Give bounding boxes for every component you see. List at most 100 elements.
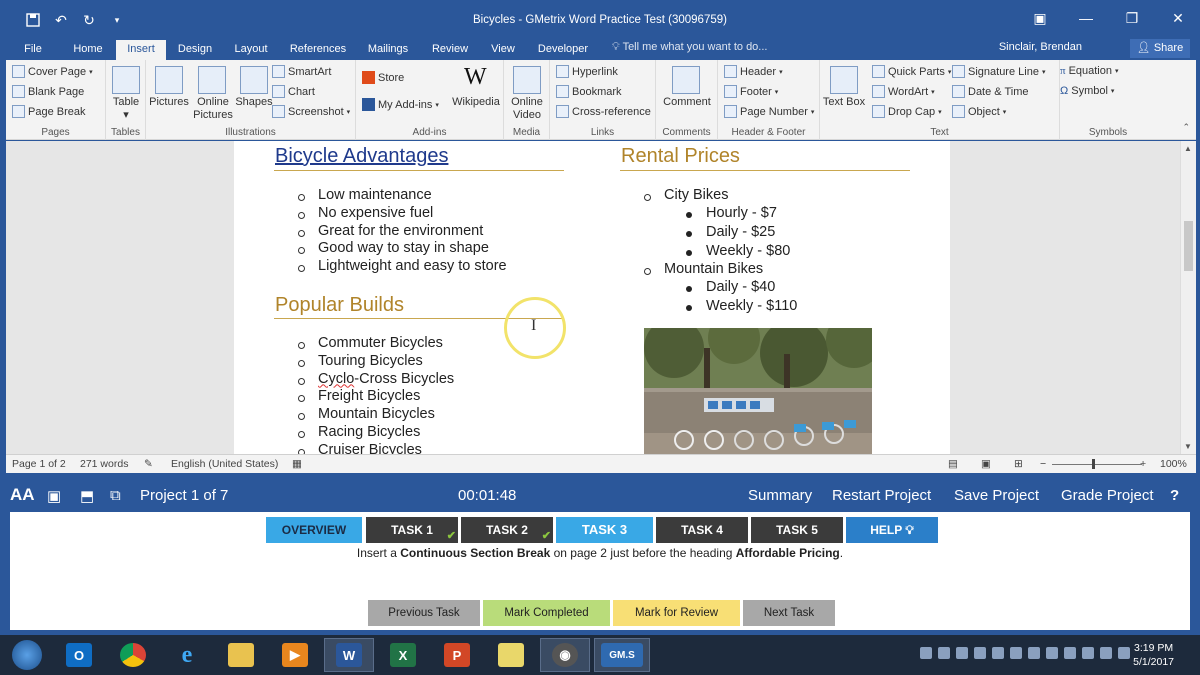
store-button[interactable]: Store [362,71,404,84]
language[interactable]: English (United States) [171,458,278,470]
network-icon[interactable] [1100,647,1112,659]
windows-icon[interactable]: ⧉ [110,487,121,504]
tray-icon[interactable] [1028,647,1040,659]
wikipedia-button[interactable]: Wikipedia [450,96,502,109]
taskbar-outlook[interactable]: O [54,638,104,672]
equation-button[interactable]: π Equation ▾ [1060,65,1119,77]
chart-button[interactable]: Chart [272,85,315,98]
tab-task-3[interactable]: TASK 3 [556,517,653,543]
zoom-slider-thumb[interactable] [1092,459,1095,469]
tab-task-5[interactable]: TASK 5 [751,517,843,543]
document-page[interactable]: Bicycle Advantages Low maintenance No exp… [234,141,950,454]
word-count[interactable]: 271 words [80,458,128,470]
pictures-button[interactable]: Pictures [148,96,190,109]
summary-link[interactable]: Summary [748,487,812,504]
tab-overview[interactable]: OVERVIEW [266,517,362,543]
screenshot-button[interactable]: Screenshot ▾ [272,105,350,118]
quick-parts-button[interactable]: Quick Parts ▾ [872,65,951,78]
download-icon[interactable]: ⬒ [80,487,94,505]
tell-me-box[interactable]: 💡︎ Tell me what you want to do... [612,41,767,54]
tab-layout[interactable]: Layout [228,40,274,60]
list-item[interactable]: Mountain Bikes [664,261,763,277]
font-size-icon[interactable]: AA [10,485,35,505]
collapse-ribbon-icon[interactable]: ⌃ [1182,122,1190,133]
print-layout-icon[interactable]: ▣ [981,458,991,470]
tab-references[interactable]: References [284,40,352,60]
smartart-button[interactable]: SmartArt [272,65,331,78]
bike-rental-photo[interactable] [644,328,872,454]
list-item[interactable]: Touring Bicycles [318,353,423,369]
tray-icon[interactable] [920,647,932,659]
price-item[interactable]: Hourly - $7 [706,205,777,221]
scroll-thumb[interactable] [1184,221,1193,271]
restore-icon[interactable]: ❐ [1124,10,1140,27]
tab-view[interactable]: View [484,40,522,60]
tab-home[interactable]: Home [68,40,108,60]
system-clock[interactable]: 3:19 PM 5/1/2017 [1133,641,1174,669]
wordart-button[interactable]: WordArt ▾ [872,85,935,98]
taskbar-word[interactable]: W [324,638,374,672]
zoom-out-icon[interactable]: − [1040,458,1046,470]
heading-popular-builds[interactable]: Popular Builds [275,294,404,317]
online-pictures-button[interactable]: Online Pictures [192,96,234,122]
start-button[interactable] [2,638,52,672]
mark-completed-button[interactable]: Mark Completed [483,600,610,626]
list-item[interactable]: Good way to stay in shape [318,240,489,256]
zoom-slider[interactable] [1052,464,1142,465]
symbol-button[interactable]: Ω Symbol ▾ [1060,85,1114,97]
tab-task-1[interactable]: TASK 1 ✔ [366,517,458,543]
date-time-button[interactable]: Date & Time [952,85,1029,98]
price-item[interactable]: Daily - $40 [706,279,775,295]
tray-icon[interactable] [1064,647,1076,659]
read-mode-icon[interactable]: ▤ [948,458,958,470]
taskbar-gmetrix[interactable]: GM.S [594,638,650,672]
volume-icon[interactable] [1118,647,1130,659]
tab-help[interactable]: HELP 💡︎ [846,517,938,543]
tray-icon[interactable] [956,647,968,659]
taskbar-explorer[interactable] [216,638,266,672]
tray-icon[interactable] [1082,647,1094,659]
cross-reference-button[interactable]: Cross-reference [556,105,651,118]
comment-flag-icon[interactable]: ▣ [47,487,61,505]
vertical-scrollbar[interactable]: ▲ ▼ [1180,141,1196,454]
object-button[interactable]: Object ▾ [952,105,1006,118]
zoom-in-icon[interactable]: + [1140,458,1146,470]
scroll-up-icon[interactable]: ▲ [1184,144,1192,153]
price-item[interactable]: Weekly - $80 [706,243,790,259]
heading-rental-prices[interactable]: Rental Prices [621,145,740,168]
page-count[interactable]: Page 1 of 2 [12,458,66,470]
header-button[interactable]: Header ▾ [724,65,783,78]
shapes-button[interactable]: Shapes [234,96,274,109]
price-item[interactable]: Daily - $25 [706,224,775,240]
tab-developer[interactable]: Developer [532,40,594,60]
grade-project-link[interactable]: Grade Project [1061,487,1154,504]
taskbar-powerpoint[interactable]: P [432,638,482,672]
tab-design[interactable]: Design [172,40,218,60]
list-item[interactable]: Cyclo-Cross Bicycles [318,371,454,387]
hyperlink-button[interactable]: Hyperlink [556,65,618,78]
previous-task-button[interactable]: Previous Task [368,600,480,626]
page-number-button[interactable]: Page Number ▾ [724,105,814,118]
ribbon-display-icon[interactable]: ▣ [1032,10,1048,27]
close-icon[interactable]: ✕ [1170,10,1186,27]
help-question-icon[interactable]: ? [1170,487,1179,504]
list-item[interactable]: Freight Bicycles [318,388,420,404]
taskbar-media-player[interactable]: ▶ [270,638,320,672]
mark-for-review-button[interactable]: Mark for Review [613,600,740,626]
list-item[interactable]: Lightweight and easy to store [318,258,507,274]
list-item[interactable]: City Bikes [664,187,728,203]
taskbar-chrome[interactable] [108,638,158,672]
tab-review[interactable]: Review [426,40,474,60]
comment-button[interactable]: Comment [656,96,718,109]
table-button[interactable]: Table ▾ [106,96,146,122]
zoom-level[interactable]: 100% [1160,458,1187,470]
taskbar-excel[interactable]: X [378,638,428,672]
minimize-icon[interactable]: — [1078,10,1094,27]
taskbar-ie[interactable]: e [162,638,212,672]
list-item[interactable]: Commuter Bicycles [318,335,443,351]
blank-page-button[interactable]: Blank Page [12,85,84,98]
online-video-button[interactable]: Online Video [504,96,550,122]
tray-icon[interactable] [1046,647,1058,659]
my-addins-button[interactable]: My Add-ins ▾ [362,98,439,111]
scroll-down-icon[interactable]: ▼ [1184,442,1192,451]
